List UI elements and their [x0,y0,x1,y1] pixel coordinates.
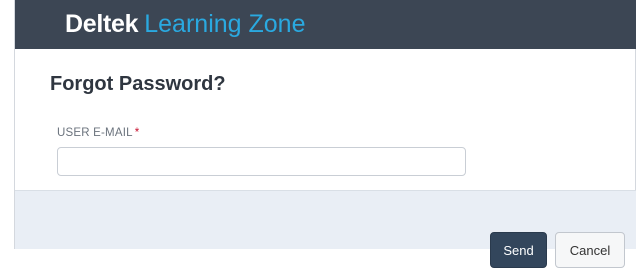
email-field-label: USER E-MAIL * [57,127,139,139]
send-button[interactable]: Send [490,232,547,268]
cancel-button[interactable]: Cancel [555,232,625,268]
deltek-learning-zone-logo: Deltek Learning Zone [65,9,305,39]
page-title: Forgot Password? [50,73,226,95]
required-marker: * [134,127,140,139]
logo-brand-text: Deltek [65,10,139,38]
email-field[interactable] [57,147,466,176]
forgot-password-dialog: Deltek Learning Zone Forgot Password? USE… [14,0,636,268]
dialog-footer: Send Cancel [15,190,636,268]
email-label-text: USER E-MAIL [57,127,133,139]
logo-product-text: Learning Zone [144,10,306,38]
header-bar: Deltek Learning Zone [15,0,636,49]
